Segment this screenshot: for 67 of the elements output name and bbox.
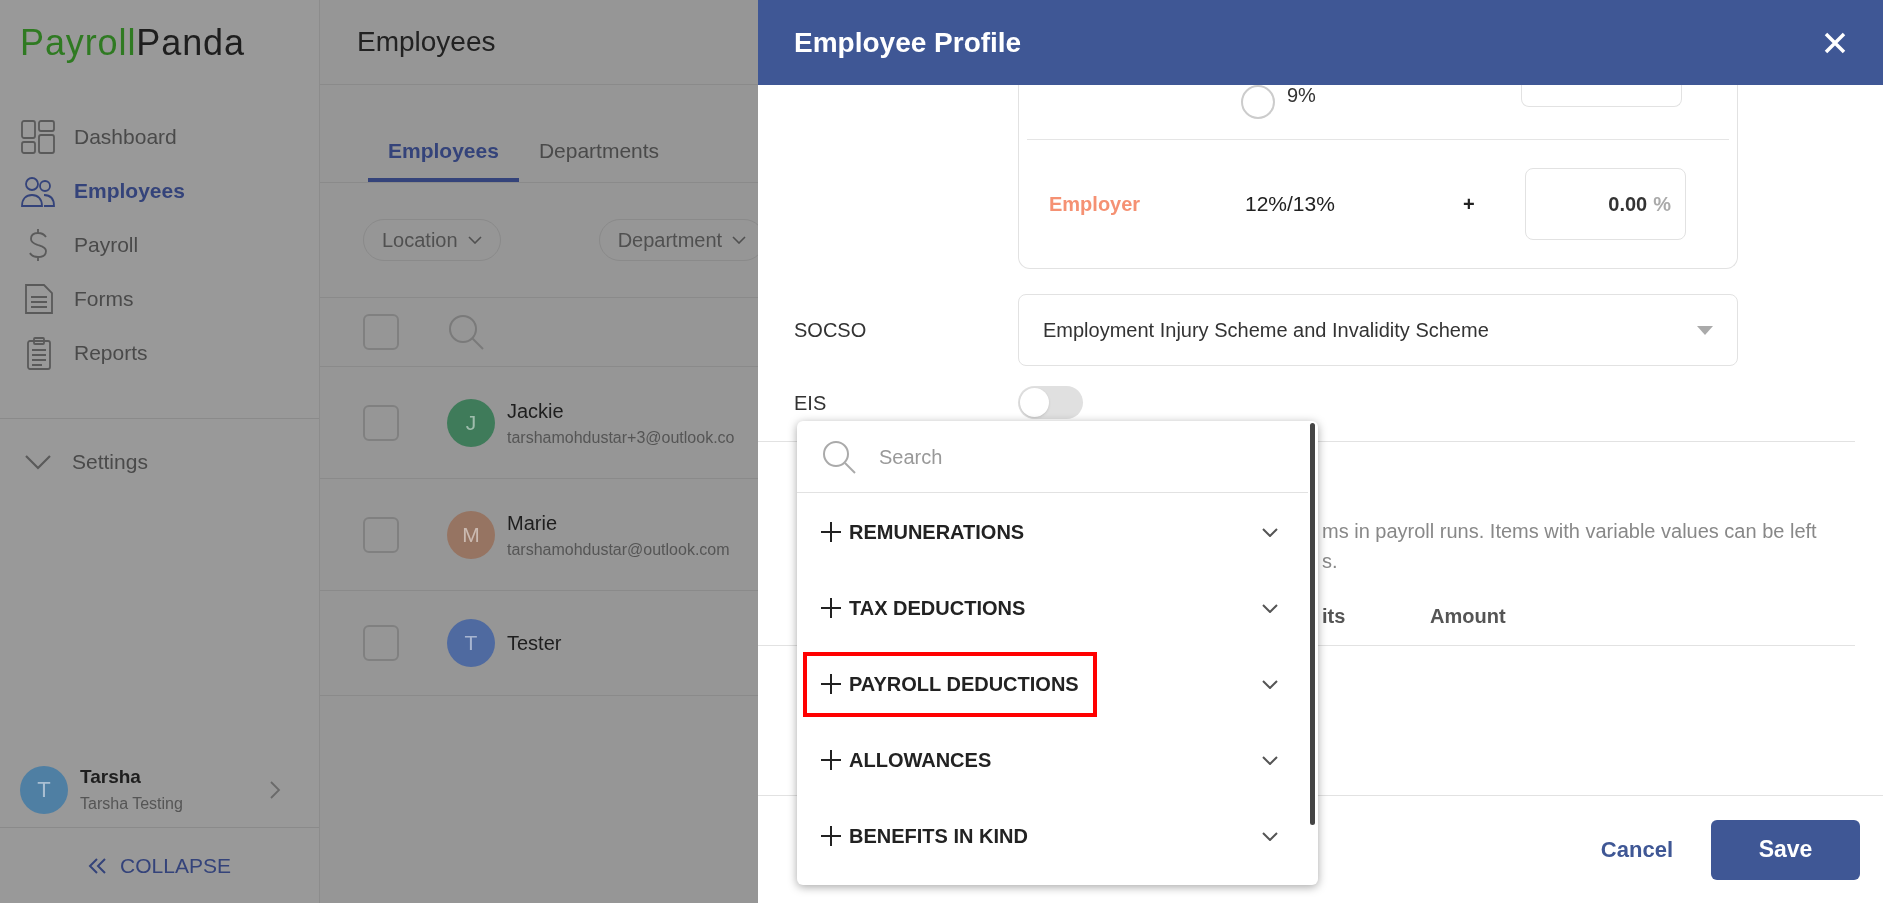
sidebar-item[interactable]: Payroll bbox=[0, 218, 319, 272]
employer-rate: 12%/13% bbox=[1245, 191, 1336, 218]
page-title: Employees bbox=[357, 25, 496, 59]
chevron-down-icon[interactable] bbox=[1262, 679, 1278, 689]
column-header: Amount bbox=[1430, 603, 1506, 629]
employee-name[interactable]: Tester bbox=[507, 628, 562, 658]
chevron-icon bbox=[24, 454, 52, 470]
category-item[interactable]: TAX DEDUCTIONS bbox=[803, 575, 1044, 641]
sidebar-item[interactable]: Reports bbox=[0, 326, 319, 380]
plus-icon bbox=[821, 598, 841, 618]
employer-label: Employer bbox=[1049, 192, 1142, 217]
user-avatar: T bbox=[20, 765, 68, 814]
search-icon[interactable] bbox=[447, 313, 485, 351]
employee-name[interactable]: Marie bbox=[507, 507, 730, 538]
search-icon bbox=[821, 438, 857, 475]
panel-title: Employee Profile bbox=[794, 25, 1022, 60]
column-header: its bbox=[1322, 603, 1347, 629]
chevron-right-icon[interactable] bbox=[269, 779, 281, 800]
employee-avatar: J bbox=[447, 398, 495, 447]
category-item[interactable]: REMUNERATIONS bbox=[803, 499, 1043, 565]
radio-button[interactable] bbox=[1241, 85, 1275, 119]
tab[interactable]: Departments bbox=[518, 124, 680, 182]
chevron-down-icon[interactable] bbox=[1262, 755, 1278, 765]
app-logo: PayrollPanda bbox=[19, 20, 246, 65]
chevron-down-icon[interactable] bbox=[1262, 831, 1278, 841]
save-button[interactable]: Save bbox=[1711, 819, 1860, 880]
dropdown-triangle-icon bbox=[1697, 325, 1713, 335]
plus-icon bbox=[821, 522, 841, 542]
plus-icon bbox=[821, 674, 841, 694]
sidebar-item[interactable]: Employees bbox=[0, 164, 319, 218]
plus-icon bbox=[821, 750, 841, 770]
organization-name: Tarsha Testing bbox=[80, 793, 184, 814]
employee-email: tarshamohdustar+3@outlook.co bbox=[507, 427, 735, 448]
dashboard-icon bbox=[20, 119, 56, 155]
search-field[interactable]: Search bbox=[879, 441, 1179, 472]
category-item[interactable]: PAYROLL DEDUCTIONS bbox=[803, 651, 1097, 717]
plus-sign: + bbox=[1463, 192, 1476, 217]
employee-avatar: T bbox=[447, 619, 495, 667]
collapse-button[interactable]: COLLAPSE bbox=[88, 849, 231, 882]
scrollbar[interactable] bbox=[1310, 423, 1315, 825]
sidebar-item[interactable]: Dashboard bbox=[0, 110, 319, 164]
user-name: Tarsha bbox=[80, 765, 142, 790]
field-label: SOCSO bbox=[794, 318, 868, 343]
eis-toggle[interactable] bbox=[1018, 386, 1083, 419]
percent-input[interactable]: 0.00 % bbox=[1525, 168, 1686, 240]
input-field[interactable] bbox=[1521, 85, 1682, 107]
category-item[interactable]: BENEFITS IN KIND bbox=[803, 803, 1046, 869]
socso-select[interactable]: Employment Injury Scheme and Invalidity Scheme bbox=[1018, 294, 1738, 366]
chevron-down-icon[interactable] bbox=[1262, 603, 1278, 613]
cancel-button[interactable]: Cancel bbox=[1600, 833, 1673, 866]
chevron-down-icon bbox=[732, 236, 747, 244]
category-item[interactable]: ALLOWANCES bbox=[803, 727, 1010, 793]
tab[interactable]: Employees bbox=[368, 124, 519, 182]
settings-item[interactable]: Settings bbox=[24, 446, 148, 478]
field-label: EIS bbox=[794, 390, 828, 416]
employee-email: tarshamohdustar@outlook.com bbox=[507, 539, 730, 560]
description-text: ms in payroll runs. Items with variable values can be left bbox=[1322, 519, 1818, 544]
employee-avatar: M bbox=[447, 510, 495, 559]
double-chevron-icon bbox=[88, 856, 109, 875]
description-text: s. bbox=[1322, 549, 1339, 574]
sidebar-item[interactable]: Forms bbox=[0, 272, 319, 326]
close-icon[interactable] bbox=[1823, 30, 1847, 55]
rate-label: 9% bbox=[1287, 85, 1316, 105]
employee-name[interactable]: Jackie bbox=[507, 395, 735, 426]
chevron-down-icon[interactable] bbox=[1262, 527, 1278, 537]
plus-icon bbox=[821, 826, 841, 846]
chevron-down-icon bbox=[467, 236, 482, 244]
